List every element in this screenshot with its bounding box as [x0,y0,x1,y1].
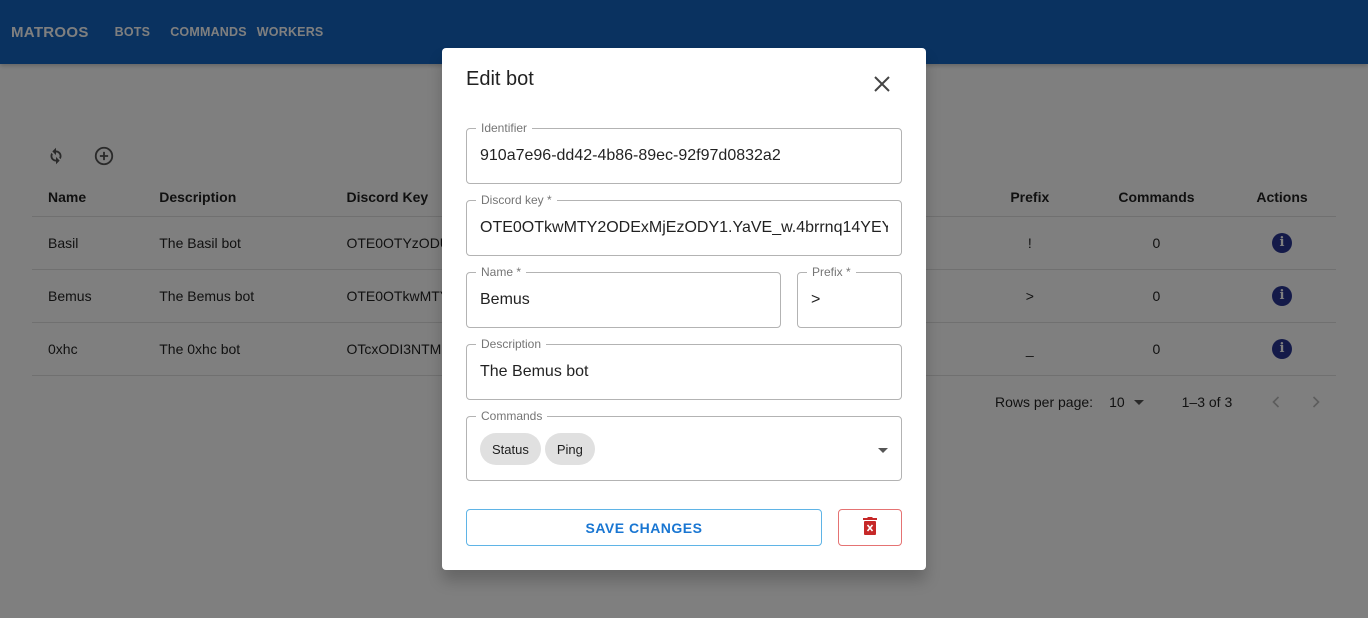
command-chips: Status Ping [480,433,599,465]
delete-forever-icon [863,517,877,538]
commands-select[interactable]: Commands Status Ping [466,409,902,481]
dropdown-caret-icon[interactable] [878,448,888,453]
identifier-value: 910a7e96-dd42-4b86-89ec-92f97d0832a2 [480,147,781,164]
dialog-title: Edit bot [466,68,534,90]
command-chip-status[interactable]: Status [480,433,541,465]
close-icon[interactable] [870,72,894,96]
identifier-field[interactable]: Identifier 910a7e96-dd42-4b86-89ec-92f97… [466,121,902,184]
discord-key-field[interactable]: Discord key * OTE0OTkwMTY2ODExMjEzODY1.Y… [466,193,902,256]
name-field[interactable]: Name * Bemus [466,265,781,328]
edit-bot-dialog: Edit bot Identifier 910a7e96-dd42-4b86-8… [442,48,926,570]
name-value: Bemus [480,291,530,308]
delete-button[interactable] [838,509,902,546]
save-changes-button[interactable]: SAVE CHANGES [466,509,822,546]
command-chip-ping[interactable]: Ping [544,433,595,465]
description-field[interactable]: Description The Bemus bot [466,337,902,400]
description-value: The Bemus bot [480,363,589,380]
discord-key-value: OTE0OTkwMTY2ODExMjEzODY1.YaVE_w.4brrnq14… [480,219,888,236]
commands-label: Commands [476,409,548,423]
prefix-field[interactable]: Prefix * > [797,265,902,328]
prefix-value: > [811,291,821,308]
